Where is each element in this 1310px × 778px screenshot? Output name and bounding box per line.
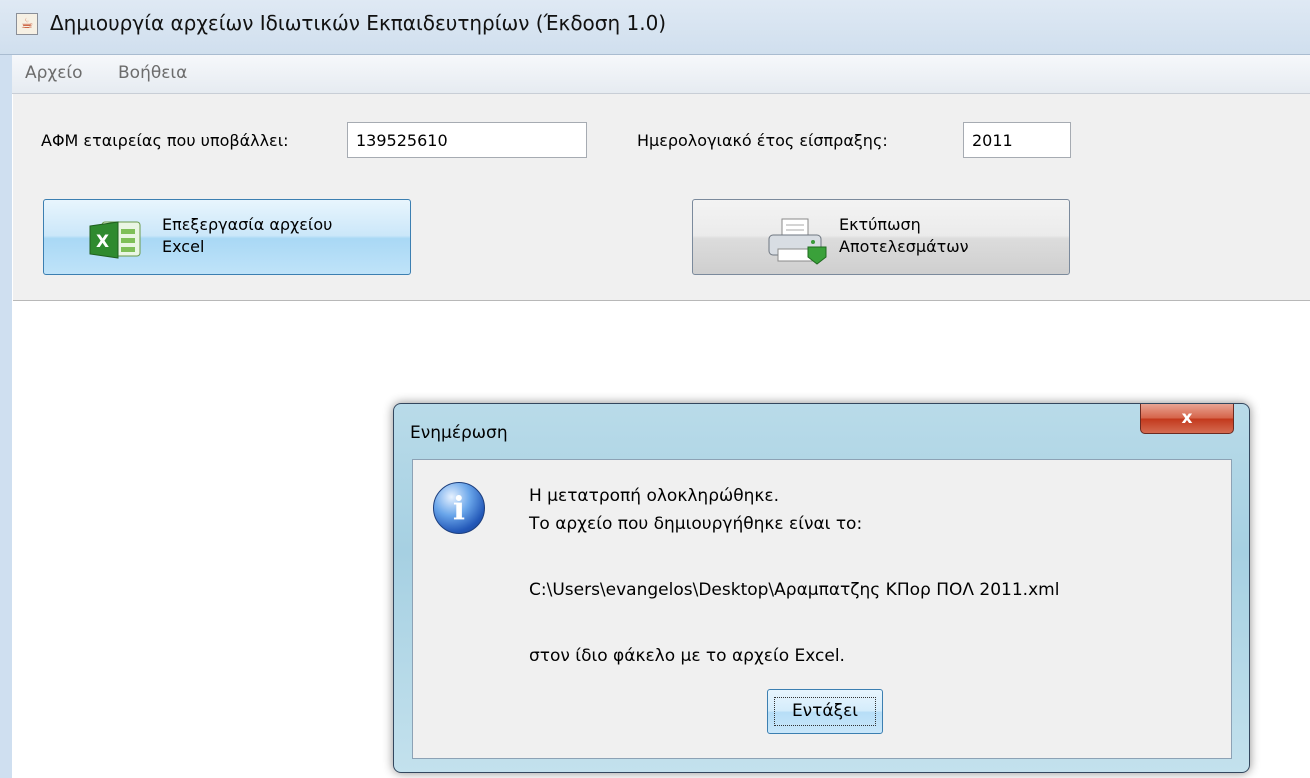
window-title: Δημιουργία αρχείων Ιδιωτικών Εκπαιδευτηρ… bbox=[50, 11, 667, 35]
ok-button[interactable]: Εντάξει bbox=[767, 689, 883, 734]
close-button[interactable]: x bbox=[1140, 404, 1234, 434]
year-input[interactable] bbox=[963, 122, 1071, 158]
process-excel-button[interactable]: X Επεξεργασία αρχείου Excel bbox=[43, 199, 411, 275]
dialog-body: i Η μετατροπή ολοκληρώθηκε. Το αρχείο πο… bbox=[412, 459, 1232, 759]
dialog-title: Ενημέρωση bbox=[410, 423, 508, 443]
afm-input[interactable] bbox=[347, 122, 587, 158]
title-bar: ☕ Δημιουργία αρχείων Ιδιωτικών Εκπαιδευτ… bbox=[0, 0, 1310, 55]
info-icon: i bbox=[433, 482, 485, 534]
menu-help[interactable]: Βοήθεια bbox=[118, 63, 187, 83]
print-button-line1: Εκτύπωση bbox=[839, 215, 921, 234]
message-line-1: Η μετατροπή ολοκληρώθηκε. bbox=[529, 486, 780, 506]
file-path: C:\Users\evangelos\Desktop\Αραμπατζης ΚΠ… bbox=[529, 580, 1060, 600]
excel-icon: X bbox=[89, 221, 141, 259]
menu-bar: Αρχείο Βοήθεια bbox=[12, 55, 1310, 94]
close-icon: x bbox=[1181, 408, 1193, 428]
excel-button-label: Επεξεργασία αρχείου Excel bbox=[162, 214, 332, 258]
java-cup-icon[interactable]: ☕ bbox=[16, 13, 38, 35]
menu-file[interactable]: Αρχείο bbox=[25, 63, 83, 83]
print-results-button[interactable]: Εκτύπωση Αποτελεσμάτων bbox=[692, 199, 1070, 275]
print-button-label: Εκτύπωση Αποτελεσμάτων bbox=[839, 214, 969, 258]
excel-button-line2: Excel bbox=[162, 237, 205, 256]
svg-text:X: X bbox=[96, 232, 109, 252]
message-line-2: Το αρχείο που δημιουργήθηκε είναι το: bbox=[529, 514, 863, 534]
ok-button-label: Εντάξει bbox=[774, 697, 876, 726]
message-line-3: στον ίδιο φάκελο με το αρχείο Excel. bbox=[529, 646, 845, 666]
info-dialog: Ενημέρωση x i Η μετατροπή ολοκληρώθηκε. … bbox=[393, 403, 1250, 773]
afm-label: ΑΦΜ εταιρείας που υποβάλλει: bbox=[41, 131, 289, 150]
excel-button-line1: Επεξεργασία αρχείου bbox=[162, 215, 333, 234]
print-button-line2: Αποτελεσμάτων bbox=[839, 237, 969, 256]
year-label: Ημερολογιακό έτος είσπραξης: bbox=[637, 131, 888, 150]
window-frame-left bbox=[0, 55, 12, 778]
printer-icon bbox=[768, 218, 827, 265]
